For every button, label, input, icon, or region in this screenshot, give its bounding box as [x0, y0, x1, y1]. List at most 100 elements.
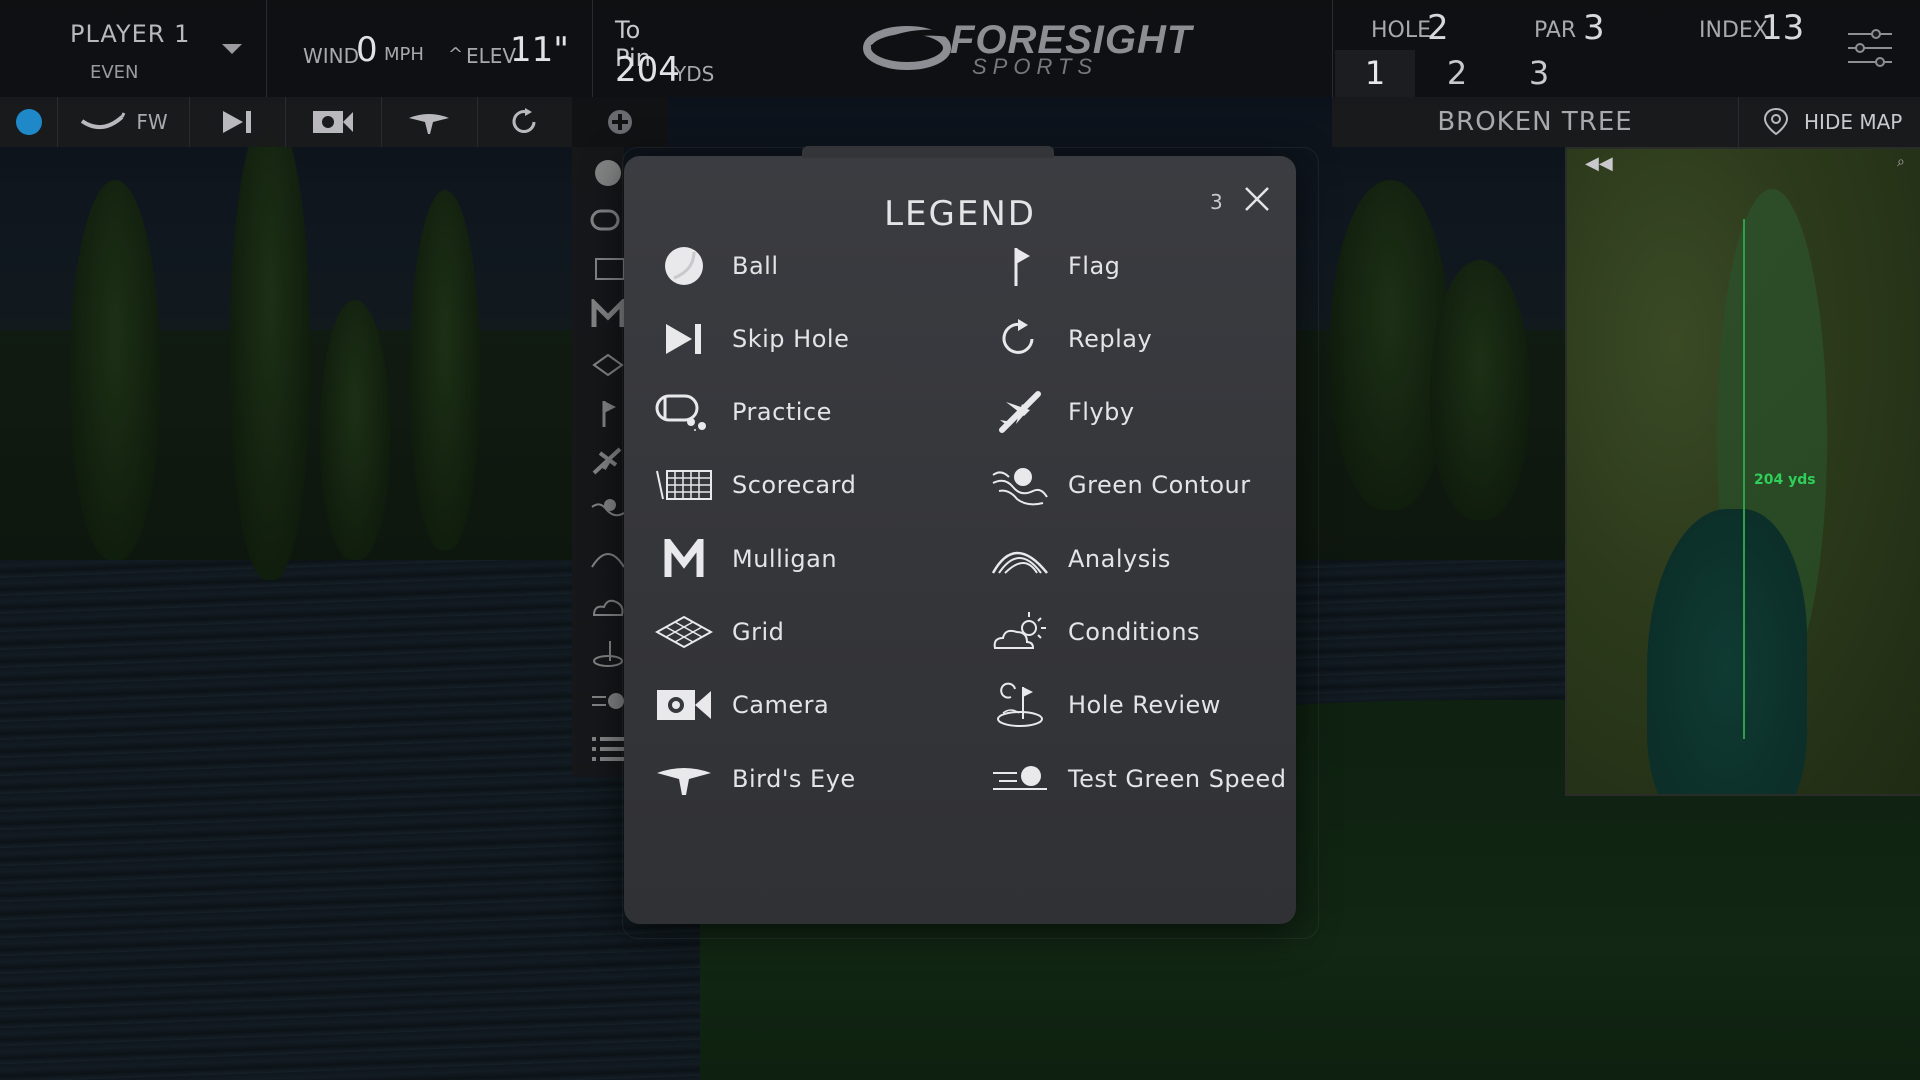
legend-item-practice: Practice: [654, 386, 832, 438]
map-distance-label: 204 yds: [1754, 472, 1816, 488]
hole-tab-2[interactable]: 2: [1417, 50, 1497, 97]
legend-item-conditions: Conditions: [990, 606, 1200, 658]
skip-hole-icon: [223, 111, 251, 133]
elevation-value: 11": [510, 30, 569, 70]
player-selector[interactable]: PLAYER 1 EVEN: [0, 0, 267, 97]
legend-label: Green Contour: [1068, 471, 1251, 499]
legend-label: Camera: [732, 691, 830, 719]
grid-icon[interactable]: [590, 349, 626, 381]
legend-label: Test Green Speed: [1068, 765, 1287, 793]
wind-value: 0: [356, 30, 378, 70]
grid-icon: [654, 606, 714, 658]
hole-label: HOLE: [1371, 18, 1432, 43]
birds-eye-icon: [409, 114, 449, 134]
replay-button[interactable]: [477, 97, 573, 147]
birds-eye-button[interactable]: [381, 97, 478, 147]
legend-item-flag: Flag: [990, 240, 1120, 292]
green-contour-icon[interactable]: [590, 493, 626, 525]
club-label: FW: [136, 110, 168, 134]
to-pin-unit: YDS: [674, 62, 715, 86]
scorecard-icon[interactable]: [590, 253, 626, 285]
birds-eye-icon: [654, 753, 714, 805]
legend-label: Ball: [732, 252, 779, 280]
camera-button[interactable]: [285, 97, 382, 147]
legend-label: Conditions: [1068, 618, 1201, 646]
camera-icon: [654, 679, 714, 731]
chevron-down-icon[interactable]: [222, 44, 242, 54]
hole-review-icon[interactable]: [590, 637, 626, 669]
legend-label: Flyby: [1068, 398, 1135, 426]
legend-item-hole-review: Hole Review: [990, 679, 1221, 731]
conditions-icon: [990, 606, 1050, 658]
analysis-icon: [990, 533, 1050, 585]
hole-value: 2: [1427, 8, 1449, 48]
modal-tab: [802, 146, 1054, 158]
legend-item-mulligan: Mulligan: [654, 533, 837, 585]
flag-icon[interactable]: [590, 397, 626, 429]
practice-icon: [654, 386, 714, 438]
legend-item-flyby: Flyby: [990, 386, 1135, 438]
legend-item-analysis: Analysis: [990, 533, 1171, 585]
test-green-speed-icon: [990, 753, 1050, 805]
legend-item-green-contour: Green Contour: [990, 459, 1251, 511]
ball-icon[interactable]: [590, 157, 626, 189]
player-dot-icon: [15, 109, 42, 135]
elevation-arrow-icon: ^: [448, 44, 464, 65]
legend-item-grid: Grid: [654, 606, 784, 658]
club-select-button[interactable]: FW: [57, 97, 190, 147]
player-color-button[interactable]: [0, 97, 58, 147]
skip-hole-button[interactable]: [189, 97, 286, 147]
map-aim-line: [1743, 219, 1745, 739]
practice-icon[interactable]: [590, 205, 626, 237]
map-water-hazard: [1647, 509, 1807, 794]
legend-label: Mulligan: [732, 545, 838, 573]
legend-label: Skip Hole: [732, 325, 850, 353]
flag-icon: [990, 240, 1050, 292]
wind-unit: MPH: [384, 44, 424, 65]
legend-item-skip-hole: Skip Hole: [654, 313, 849, 365]
course-name: BROKEN TREE: [1332, 97, 1739, 147]
legend-item-scorecard: Scorecard: [654, 459, 856, 511]
action-toolbar: FW: [0, 97, 668, 147]
mulligan-icon[interactable]: [590, 299, 626, 331]
legend-item-ball: Ball: [654, 240, 779, 292]
logo-subtext: SPORTS: [972, 54, 1099, 79]
rewind-icon[interactable]: ◀◀: [1585, 153, 1613, 174]
hide-map-button[interactable]: HIDE MAP: [1762, 97, 1902, 147]
par-label: PAR: [1534, 18, 1577, 43]
hide-map-label: HIDE MAP: [1804, 110, 1903, 134]
top-status-bar: PLAYER 1 EVEN WIND 0 MPH ^ ELEV 11" To P…: [0, 0, 1920, 97]
hole-review-icon: [990, 679, 1050, 731]
analysis-icon[interactable]: [590, 541, 626, 573]
wind-label: WIND: [303, 44, 360, 68]
test-green-speed-icon[interactable]: [590, 685, 626, 717]
more-tools-button[interactable]: [572, 97, 668, 147]
legend-label: Grid: [732, 618, 785, 646]
hole-tab-1[interactable]: 1: [1335, 50, 1415, 97]
flyby-icon: [990, 386, 1050, 438]
index-label: INDEX: [1699, 18, 1768, 43]
green-contour-icon: [990, 459, 1050, 511]
wind-elev-panel: WIND 0 MPH ^ ELEV 11": [266, 0, 593, 97]
legend-item-test-green-speed: Test Green Speed: [990, 753, 1286, 805]
close-button[interactable]: [1242, 184, 1272, 214]
list-icon[interactable]: [590, 733, 626, 765]
flyby-icon[interactable]: [590, 445, 626, 477]
index-value: 13: [1761, 8, 1805, 48]
replay-icon: [512, 108, 535, 134]
legend-label: Practice: [732, 398, 832, 426]
elevation-label: ELEV: [466, 44, 517, 68]
course-bar: BROKEN TREE HIDE MAP: [1332, 97, 1920, 147]
legend-item-replay: Replay: [990, 313, 1152, 365]
zoom-icon[interactable]: ⌕: [1897, 153, 1905, 170]
player-score: EVEN: [90, 62, 139, 83]
conditions-icon[interactable]: [590, 589, 626, 621]
legend-label: Scorecard: [732, 471, 857, 499]
mulligan-icon: [654, 533, 714, 585]
hole-minimap[interactable]: 204 yds ◀◀ ⌕: [1565, 147, 1920, 796]
hole-tab-3[interactable]: 3: [1499, 50, 1579, 97]
map-pin-icon: [1763, 107, 1789, 136]
legend-label: Bird's Eye: [732, 765, 856, 793]
settings-sliders-icon[interactable]: [1846, 26, 1894, 70]
scorecard-icon: [654, 459, 714, 511]
